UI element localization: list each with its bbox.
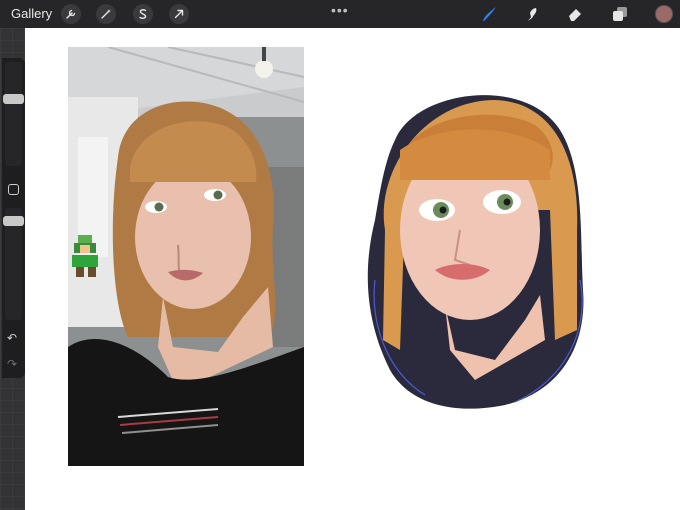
brush-size-thumb[interactable] bbox=[3, 94, 24, 104]
eraser-icon[interactable] bbox=[566, 5, 584, 23]
opacity-slider[interactable] bbox=[3, 208, 24, 320]
undo-icon[interactable]: ↶ bbox=[7, 331, 17, 345]
smudge-icon[interactable] bbox=[524, 5, 542, 23]
brush-icon[interactable] bbox=[480, 5, 498, 23]
redo-icon[interactable]: ↷ bbox=[7, 357, 17, 371]
brush-size-slider[interactable] bbox=[3, 62, 24, 166]
selection-icon[interactable] bbox=[133, 4, 153, 24]
portrait-painting bbox=[355, 80, 595, 410]
transform-arrow-icon[interactable] bbox=[169, 4, 189, 24]
modify-button[interactable] bbox=[8, 184, 19, 195]
reference-photo bbox=[68, 47, 304, 466]
top-toolbar: Gallery ••• bbox=[0, 0, 680, 28]
magic-wand-icon[interactable] bbox=[96, 4, 116, 24]
opacity-thumb[interactable] bbox=[3, 216, 24, 226]
more-menu-icon[interactable]: ••• bbox=[331, 2, 349, 18]
color-picker-button[interactable] bbox=[655, 5, 673, 23]
wrench-icon[interactable] bbox=[61, 4, 81, 24]
gallery-button[interactable]: Gallery bbox=[11, 6, 52, 21]
left-sidebar: ↶ ↷ bbox=[2, 58, 25, 378]
layers-icon[interactable] bbox=[611, 5, 629, 23]
